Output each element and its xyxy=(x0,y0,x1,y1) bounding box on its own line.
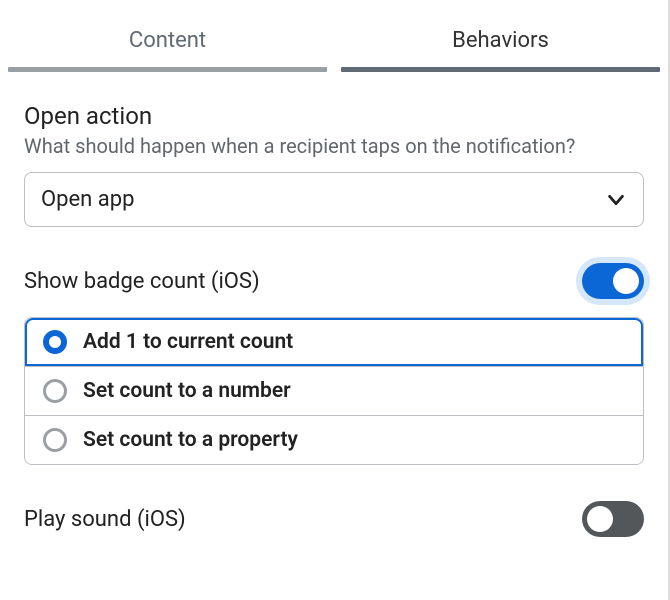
radio-icon xyxy=(43,379,67,403)
chevron-down-icon xyxy=(605,189,627,211)
tab-underline-content xyxy=(8,67,327,72)
open-action-title: Open action xyxy=(24,102,644,130)
show-badge-toggle[interactable] xyxy=(582,263,644,299)
play-sound-label: Play sound (iOS) xyxy=(24,507,186,532)
radio-label: Set count to a number xyxy=(83,379,291,403)
radio-set-number[interactable]: Set count to a number xyxy=(25,366,643,415)
tab-content[interactable]: Content xyxy=(8,0,327,67)
radio-icon xyxy=(43,428,67,452)
tab-behaviors[interactable]: Behaviors xyxy=(341,0,660,67)
tabs: Content Behaviors xyxy=(0,0,668,67)
play-sound-toggle[interactable] xyxy=(582,501,644,537)
show-badge-label: Show badge count (iOS) xyxy=(24,269,260,294)
tab-underline-behaviors xyxy=(341,67,660,72)
open-action-select[interactable]: Open app xyxy=(24,172,644,227)
toggle-knob xyxy=(613,268,639,294)
radio-label: Set count to a property xyxy=(83,428,298,452)
radio-set-property[interactable]: Set count to a property xyxy=(25,415,643,464)
radio-label: Add 1 to current count xyxy=(83,330,293,354)
open-action-subtitle: What should happen when a recipient taps… xyxy=(24,134,644,158)
toggle-knob xyxy=(587,506,613,532)
badge-count-options: Add 1 to current count Set count to a nu… xyxy=(24,317,644,465)
radio-icon xyxy=(43,330,67,354)
open-action-selected: Open app xyxy=(41,187,134,212)
radio-add-1[interactable]: Add 1 to current count xyxy=(25,318,643,366)
